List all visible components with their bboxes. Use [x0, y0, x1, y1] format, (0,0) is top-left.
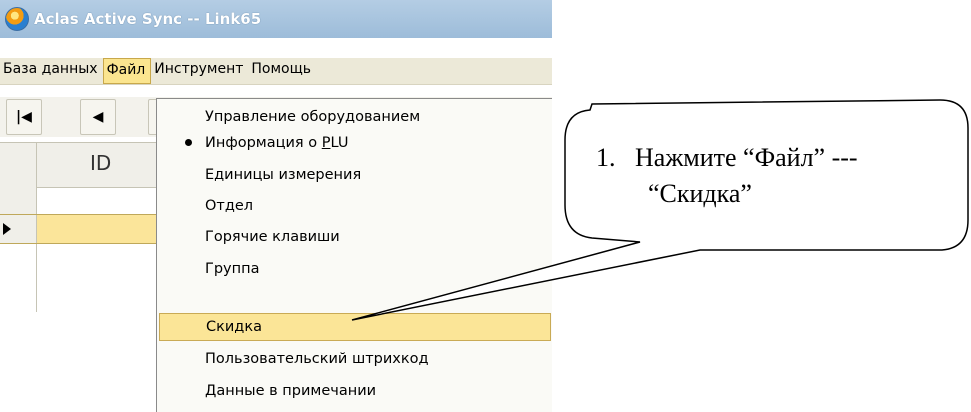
callout-line-1: 1. Нажмите “Файл” ---	[596, 140, 946, 176]
callout-instruction: Нажмите “Файл” ---	[635, 143, 858, 172]
callout-line-2: “Скидка”	[648, 179, 752, 208]
callout-text: 1. Нажмите “Файл” --- “Скидка”	[596, 140, 946, 212]
callout-number: 1.	[596, 143, 616, 172]
